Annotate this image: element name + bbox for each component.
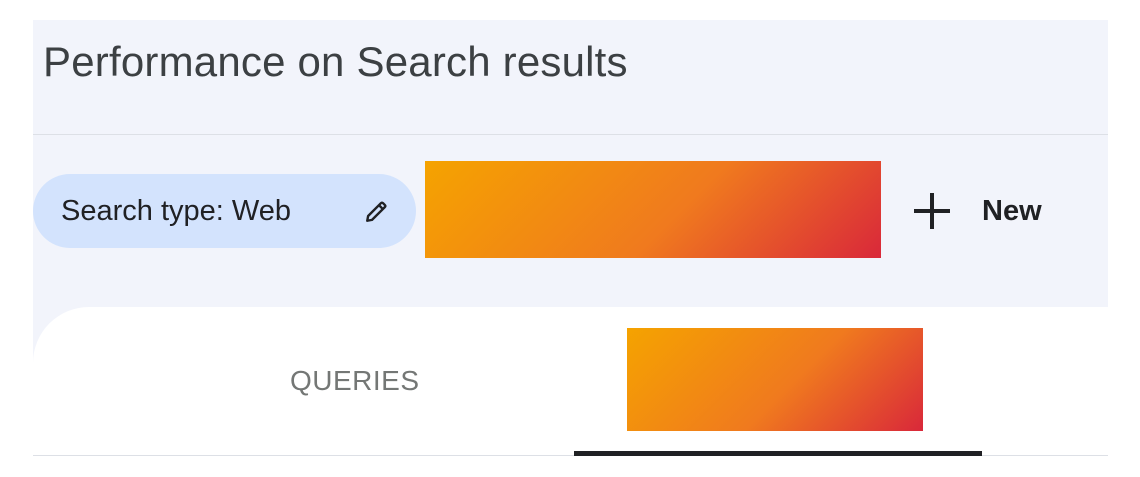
active-tab-indicator xyxy=(574,451,982,456)
plus-icon xyxy=(914,193,950,229)
tab-queries[interactable]: QUERIES xyxy=(290,365,420,397)
pencil-icon[interactable] xyxy=(817,198,843,224)
new-filter-button[interactable]: New xyxy=(914,185,1042,237)
new-filter-label: New xyxy=(982,194,1042,227)
search-type-filter-label: Search type: Web xyxy=(61,194,291,227)
date-filter-label: Date: Last 16 months xyxy=(467,194,743,227)
date-filter-chip[interactable]: Date: Last 16 months xyxy=(439,174,869,248)
header-divider xyxy=(33,134,1108,135)
pencil-icon[interactable] xyxy=(364,198,390,224)
search-type-filter-chip[interactable]: Search type: Web xyxy=(33,174,416,248)
tab-pages[interactable]: PAGES xyxy=(729,365,826,397)
page-title: Performance on Search results xyxy=(43,38,628,85)
